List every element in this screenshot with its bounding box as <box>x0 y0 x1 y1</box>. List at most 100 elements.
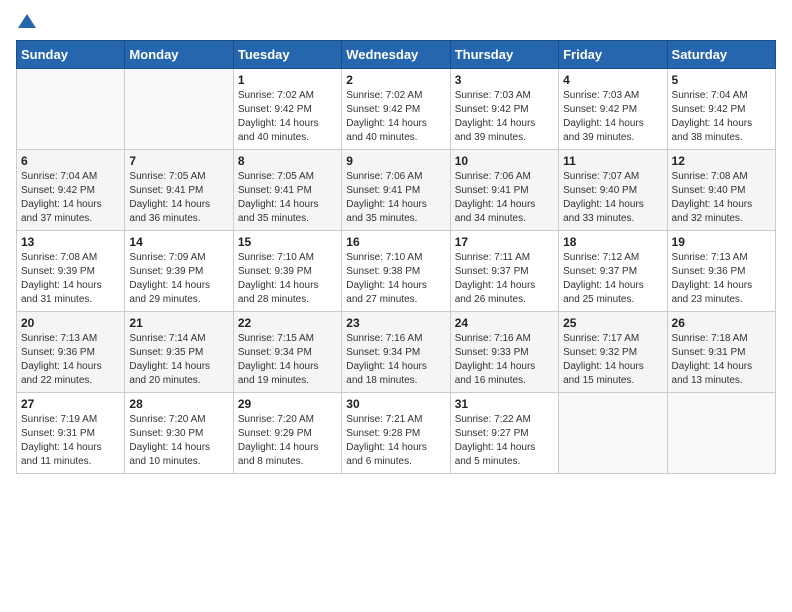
calendar-cell <box>17 69 125 150</box>
day-header-sunday: Sunday <box>17 41 125 69</box>
calendar-cell: 4 Sunrise: 7:03 AM Sunset: 9:42 PM Daylig… <box>559 69 667 150</box>
cell-content: Sunrise: 7:10 AM Sunset: 9:39 PM Dayligh… <box>238 251 337 307</box>
cell-content: Sunrise: 7:05 AM Sunset: 9:41 PM Dayligh… <box>129 170 228 226</box>
calendar-cell: 3 Sunrise: 7:03 AM Sunset: 9:42 PM Daylig… <box>450 69 558 150</box>
calendar-table: SundayMondayTuesdayWednesdayThursdayFrid… <box>16 40 776 474</box>
day-number: 24 <box>455 316 554 330</box>
calendar-cell: 18 Sunrise: 7:12 AM Sunset: 9:37 PM Dayli… <box>559 231 667 312</box>
day-number: 15 <box>238 235 337 249</box>
calendar-cell: 13 Sunrise: 7:08 AM Sunset: 9:39 PM Dayli… <box>17 231 125 312</box>
calendar-cell: 7Sunrise: 7:05 AM Sunset: 9:41 PM Daylig… <box>125 150 233 231</box>
calendar-week-row: 6 Sunrise: 7:04 AM Sunset: 9:42 PM Daylig… <box>17 150 776 231</box>
day-header-thursday: Thursday <box>450 41 558 69</box>
cell-content: Sunrise: 7:06 AM Sunset: 9:41 PM Dayligh… <box>346 170 445 226</box>
calendar-cell: 21 Sunrise: 7:14 AM Sunset: 9:35 PM Dayli… <box>125 312 233 393</box>
calendar-header-row: SundayMondayTuesdayWednesdayThursdayFrid… <box>17 41 776 69</box>
cell-content: Sunrise: 7:22 AM Sunset: 9:27 PM Dayligh… <box>455 413 554 469</box>
day-number: 20 <box>21 316 120 330</box>
calendar-cell: 30 Sunrise: 7:21 AM Sunset: 9:28 PM Dayli… <box>342 393 450 474</box>
cell-content: Sunrise: 7:17 AM Sunset: 9:32 PM Dayligh… <box>563 332 662 388</box>
day-number: 30 <box>346 397 445 411</box>
day-number: 3 <box>455 73 554 87</box>
day-number: 18 <box>563 235 662 249</box>
cell-content: Sunrise: 7:03 AM Sunset: 9:42 PM Dayligh… <box>563 89 662 145</box>
day-number: 29 <box>238 397 337 411</box>
day-number: 8 <box>238 154 337 168</box>
calendar-cell: 27 Sunrise: 7:19 AM Sunset: 9:31 PM Dayli… <box>17 393 125 474</box>
cell-content: Sunrise: 7:20 AM Sunset: 9:29 PM Dayligh… <box>238 413 337 469</box>
calendar-cell: 24 Sunrise: 7:16 AM Sunset: 9:33 PM Dayli… <box>450 312 558 393</box>
logo <box>16 16 36 28</box>
day-number: 10 <box>455 154 554 168</box>
calendar-week-row: 20 Sunrise: 7:13 AM Sunset: 9:36 PM Dayli… <box>17 312 776 393</box>
cell-content: Sunrise: 7:13 AM Sunset: 9:36 PM Dayligh… <box>21 332 120 388</box>
calendar-cell: 11Sunrise: 7:07 AM Sunset: 9:40 PM Dayli… <box>559 150 667 231</box>
cell-content: Sunrise: 7:10 AM Sunset: 9:38 PM Dayligh… <box>346 251 445 307</box>
day-number: 16 <box>346 235 445 249</box>
day-header-monday: Monday <box>125 41 233 69</box>
calendar-cell: 14 Sunrise: 7:09 AM Sunset: 9:39 PM Dayli… <box>125 231 233 312</box>
day-number: 5 <box>672 73 771 87</box>
day-number: 22 <box>238 316 337 330</box>
cell-content: Sunrise: 7:21 AM Sunset: 9:28 PM Dayligh… <box>346 413 445 469</box>
day-number: 9 <box>346 154 445 168</box>
day-number: 4 <box>563 73 662 87</box>
calendar-week-row: 1 Sunrise: 7:02 AM Sunset: 9:42 PM Daylig… <box>17 69 776 150</box>
day-number: 21 <box>129 316 228 330</box>
cell-content: Sunrise: 7:11 AM Sunset: 9:37 PM Dayligh… <box>455 251 554 307</box>
calendar-cell: 12 Sunrise: 7:08 AM Sunset: 9:40 PM Dayli… <box>667 150 775 231</box>
cell-content: Sunrise: 7:03 AM Sunset: 9:42 PM Dayligh… <box>455 89 554 145</box>
day-number: 26 <box>672 316 771 330</box>
calendar-week-row: 13 Sunrise: 7:08 AM Sunset: 9:39 PM Dayli… <box>17 231 776 312</box>
calendar-cell: 28Sunrise: 7:20 AM Sunset: 9:30 PM Dayli… <box>125 393 233 474</box>
day-number: 11 <box>563 154 662 168</box>
day-number: 23 <box>346 316 445 330</box>
cell-content: Sunrise: 7:16 AM Sunset: 9:33 PM Dayligh… <box>455 332 554 388</box>
cell-content: Sunrise: 7:04 AM Sunset: 9:42 PM Dayligh… <box>21 170 120 226</box>
calendar-cell: 29 Sunrise: 7:20 AM Sunset: 9:29 PM Dayli… <box>233 393 341 474</box>
cell-content: Sunrise: 7:19 AM Sunset: 9:31 PM Dayligh… <box>21 413 120 469</box>
calendar-cell: 9 Sunrise: 7:06 AM Sunset: 9:41 PM Daylig… <box>342 150 450 231</box>
day-number: 19 <box>672 235 771 249</box>
day-number: 25 <box>563 316 662 330</box>
calendar-cell: 19 Sunrise: 7:13 AM Sunset: 9:36 PM Dayli… <box>667 231 775 312</box>
calendar-cell: 1 Sunrise: 7:02 AM Sunset: 9:42 PM Daylig… <box>233 69 341 150</box>
day-number: 6 <box>21 154 120 168</box>
day-header-wednesday: Wednesday <box>342 41 450 69</box>
calendar-cell: 16 Sunrise: 7:10 AM Sunset: 9:38 PM Dayli… <box>342 231 450 312</box>
calendar-cell: 22 Sunrise: 7:15 AM Sunset: 9:34 PM Dayli… <box>233 312 341 393</box>
day-number: 12 <box>672 154 771 168</box>
calendar-cell: 17 Sunrise: 7:11 AM Sunset: 9:37 PM Dayli… <box>450 231 558 312</box>
cell-content: Sunrise: 7:04 AM Sunset: 9:42 PM Dayligh… <box>672 89 771 145</box>
day-number: 17 <box>455 235 554 249</box>
cell-content: Sunrise: 7:18 AM Sunset: 9:31 PM Dayligh… <box>672 332 771 388</box>
cell-content: Sunrise: 7:08 AM Sunset: 9:40 PM Dayligh… <box>672 170 771 226</box>
day-number: 2 <box>346 73 445 87</box>
cell-content: Sunrise: 7:08 AM Sunset: 9:39 PM Dayligh… <box>21 251 120 307</box>
day-header-saturday: Saturday <box>667 41 775 69</box>
calendar-cell <box>667 393 775 474</box>
calendar-cell: 8Sunrise: 7:05 AM Sunset: 9:41 PM Daylig… <box>233 150 341 231</box>
day-number: 1 <box>238 73 337 87</box>
cell-content: Sunrise: 7:12 AM Sunset: 9:37 PM Dayligh… <box>563 251 662 307</box>
calendar-cell: 31Sunrise: 7:22 AM Sunset: 9:27 PM Dayli… <box>450 393 558 474</box>
day-number: 13 <box>21 235 120 249</box>
cell-content: Sunrise: 7:13 AM Sunset: 9:36 PM Dayligh… <box>672 251 771 307</box>
calendar-cell: 23Sunrise: 7:16 AM Sunset: 9:34 PM Dayli… <box>342 312 450 393</box>
calendar-cell: 10 Sunrise: 7:06 AM Sunset: 9:41 PM Dayli… <box>450 150 558 231</box>
cell-content: Sunrise: 7:06 AM Sunset: 9:41 PM Dayligh… <box>455 170 554 226</box>
logo-triangle-icon <box>18 14 36 28</box>
day-number: 27 <box>21 397 120 411</box>
cell-content: Sunrise: 7:02 AM Sunset: 9:42 PM Dayligh… <box>238 89 337 145</box>
day-number: 14 <box>129 235 228 249</box>
cell-content: Sunrise: 7:09 AM Sunset: 9:39 PM Dayligh… <box>129 251 228 307</box>
calendar-cell: 25 Sunrise: 7:17 AM Sunset: 9:32 PM Dayli… <box>559 312 667 393</box>
calendar-cell: 20 Sunrise: 7:13 AM Sunset: 9:36 PM Dayli… <box>17 312 125 393</box>
calendar-cell: 2 Sunrise: 7:02 AM Sunset: 9:42 PM Daylig… <box>342 69 450 150</box>
cell-content: Sunrise: 7:20 AM Sunset: 9:30 PM Dayligh… <box>129 413 228 469</box>
cell-content: Sunrise: 7:15 AM Sunset: 9:34 PM Dayligh… <box>238 332 337 388</box>
cell-content: Sunrise: 7:02 AM Sunset: 9:42 PM Dayligh… <box>346 89 445 145</box>
calendar-cell: 26 Sunrise: 7:18 AM Sunset: 9:31 PM Dayli… <box>667 312 775 393</box>
day-header-friday: Friday <box>559 41 667 69</box>
cell-content: Sunrise: 7:14 AM Sunset: 9:35 PM Dayligh… <box>129 332 228 388</box>
